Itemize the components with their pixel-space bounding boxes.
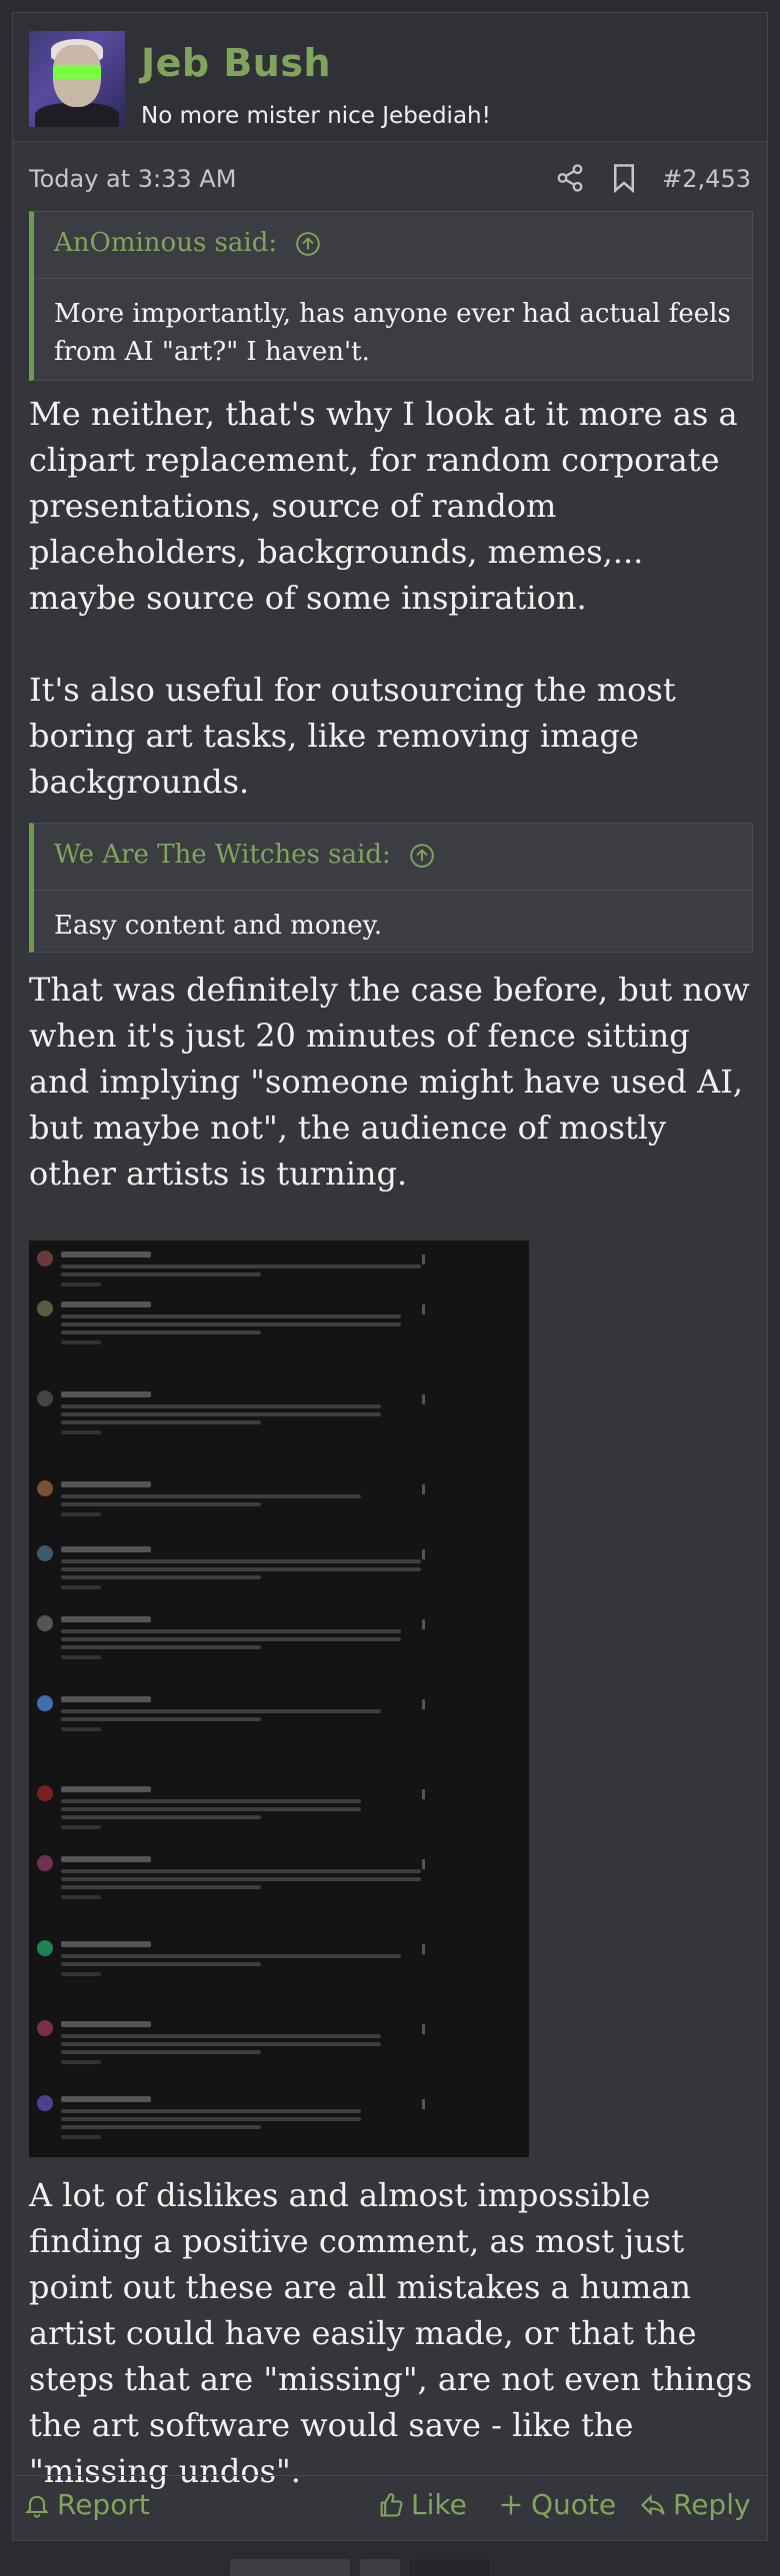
plus-icon	[501, 2495, 521, 2514]
quote-header: AnOminous said:	[34, 212, 752, 279]
bookmark-icon[interactable]	[611, 163, 637, 193]
post-meta: Today at 3:33 AM #2,453	[13, 159, 767, 209]
post-action-bar: Report Like Quote Reply	[13, 2475, 767, 2538]
quote-block-1: AnOminous said: More importantly, has an…	[29, 211, 753, 381]
quote-label: Quote	[531, 2488, 617, 2521]
post-timestamp[interactable]: Today at 3:33 AM	[29, 165, 236, 193]
user-title: No more mister nice Jebediah!	[141, 103, 491, 129]
share-icon[interactable]	[555, 163, 585, 193]
username[interactable]: Jeb Bush	[141, 41, 331, 85]
forum-post: Jeb Bush No more mister nice Jebediah! T…	[12, 12, 768, 2541]
post-paragraph-3: That was definitely the case before, but…	[29, 971, 750, 1193]
reply-arrow-icon	[641, 2493, 665, 2516]
bell-icon	[25, 2495, 49, 2518]
pagination-stub	[230, 2559, 550, 2576]
post-user-header: Jeb Bush No more mister nice Jebediah!	[13, 13, 767, 142]
quote-author-label: We Are The Witches said:	[54, 840, 391, 870]
pagination-tab[interactable]	[410, 2559, 490, 2576]
jump-to-quote-icon[interactable]	[295, 231, 321, 257]
quote-author[interactable]: We Are The Witches said:	[54, 840, 435, 870]
jump-to-quote-icon[interactable]	[409, 843, 435, 869]
quote-header: We Are The Witches said:	[34, 824, 752, 891]
pagination-tab[interactable]	[230, 2559, 350, 2576]
quote-text: More importantly, has anyone ever had ac…	[54, 299, 731, 367]
attached-screenshot-image[interactable]	[29, 1241, 529, 2157]
pagination-tab[interactable]	[360, 2559, 400, 2576]
post-paragraph-1: Me neither, that's why I look at it more…	[29, 395, 738, 617]
post-paragraph-2: It's also useful for outsourcing the mos…	[29, 671, 676, 801]
post-number[interactable]: #2,453	[662, 165, 751, 193]
report-button[interactable]: Report	[23, 2488, 150, 2521]
quote-block-2: We Are The Witches said: Easy content an…	[29, 823, 753, 953]
like-button[interactable]: Like	[377, 2488, 467, 2521]
reply-button[interactable]: Reply	[639, 2488, 751, 2521]
avatar[interactable]	[29, 31, 125, 127]
post-paragraph-4: A lot of dislikes and almost impossible …	[29, 2176, 753, 2490]
report-label: Report	[57, 2488, 150, 2521]
thumbs-up-icon	[380, 2492, 403, 2517]
like-label: Like	[411, 2488, 467, 2521]
quote-text: Easy content and money.	[54, 911, 383, 941]
quote-button[interactable]: Quote	[497, 2488, 616, 2521]
quote-author-label: AnOminous said:	[54, 228, 278, 258]
reply-label: Reply	[673, 2488, 751, 2521]
quote-author[interactable]: AnOminous said:	[54, 228, 321, 258]
